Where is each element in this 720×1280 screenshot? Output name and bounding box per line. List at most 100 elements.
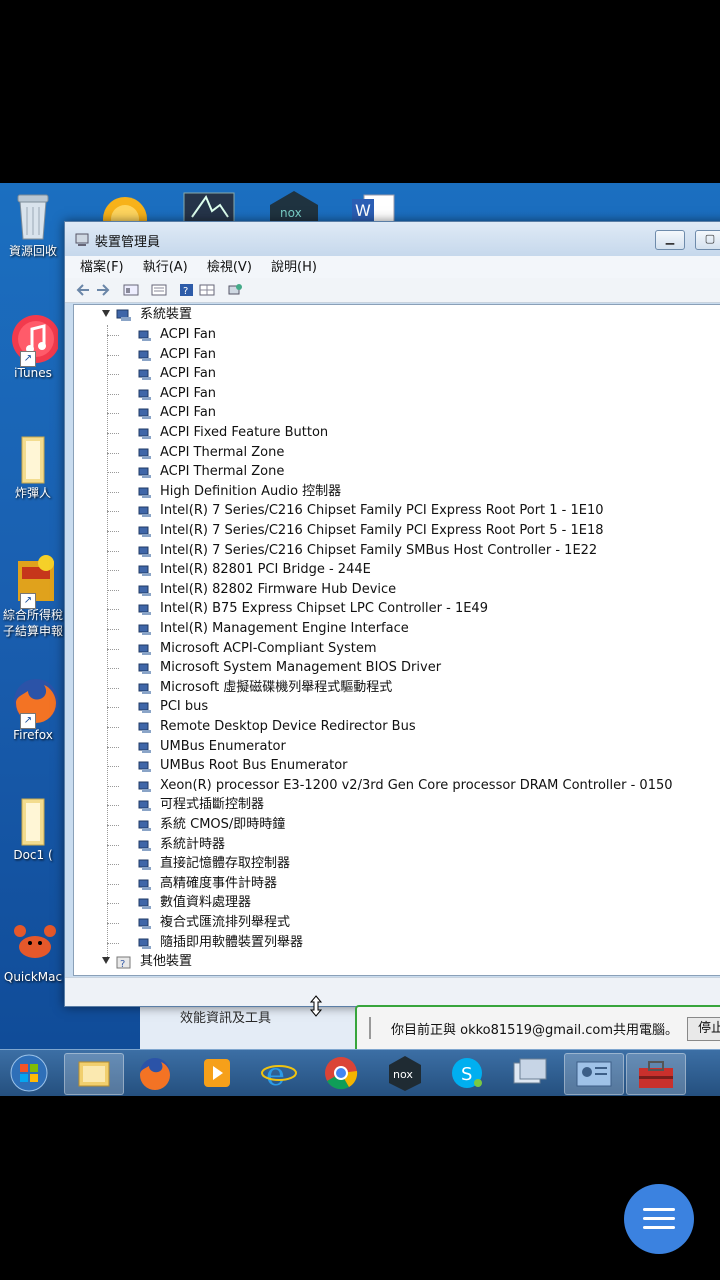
device-label: Remote Desktop Device Redirector Bus: [160, 719, 416, 734]
tree-connector: [107, 923, 119, 924]
device-icon: [138, 447, 152, 459]
scan-hardware-icon[interactable]: [227, 282, 243, 296]
desktop-icon-label: iTunes: [14, 366, 52, 380]
window-title: 裝置管理員: [95, 235, 161, 250]
stop-sharing-button[interactable]: 停止: [687, 1017, 720, 1041]
desktop-icon-tax-app[interactable]: ↗ 綜合所得稅 子結算申報: [0, 553, 66, 639]
tree-connector: [107, 452, 119, 454]
taskbar-skype[interactable]: S: [438, 1053, 496, 1093]
device-icon: [138, 917, 152, 929]
taskbar-toolbox[interactable]: [626, 1053, 686, 1095]
start-button[interactable]: [0, 1053, 58, 1093]
taskbar-nox[interactable]: nox: [376, 1053, 434, 1093]
tree-connector: [107, 413, 119, 415]
device-label: ACPI Fan: [160, 346, 217, 362]
taskbar-remote-desktop[interactable]: [500, 1053, 558, 1093]
menu-file[interactable]: 檔案(F): [73, 257, 131, 279]
weather-app-icon[interactable]: [96, 189, 154, 241]
desktop-icon-label: 子結算申報: [2, 624, 63, 638]
device-label: Intel(R) 7 Series/C216 Chipset Family PC…: [160, 503, 604, 519]
tree-connector: [107, 942, 119, 944]
title-bar[interactable]: 裝置管理員 ▁ ▢: [65, 222, 720, 256]
nox-app-icon[interactable]: nox: [266, 189, 322, 221]
menu-help[interactable]: 說明(H): [264, 257, 324, 279]
desktop-icon-itunes[interactable]: ↗ iTunes: [0, 311, 66, 381]
tree-connector: [107, 648, 119, 650]
device-icon: [138, 564, 152, 577]
device-label: ACPI Fan: [160, 366, 217, 382]
device-label: ACPI Thermal Zone: [160, 464, 285, 480]
properties-view-icon[interactable]: [123, 282, 139, 296]
desktop-icon-firefox[interactable]: ↗ Firefox: [0, 673, 66, 743]
device-label: UMBus Root Bus Enumerator: [160, 758, 348, 774]
menu-action[interactable]: 執行(A): [136, 257, 195, 279]
taskbar-control-panel[interactable]: [564, 1053, 624, 1095]
monitor-app-icon[interactable]: [182, 191, 236, 224]
status-bar: [65, 977, 720, 1006]
help-icon[interactable]: ?: [179, 282, 195, 297]
device-label: 數值資料處理器: [160, 895, 252, 911]
taskbar-explorer[interactable]: [64, 1053, 124, 1095]
desktop-icon-recycle-bin[interactable]: 資源回收: [0, 189, 66, 259]
word-doc-icon[interactable]: W: [350, 193, 402, 224]
device-label: 系統計時器: [160, 836, 226, 852]
tree-connector: [107, 629, 119, 630]
svg-text:S: S: [461, 1064, 472, 1085]
device-icon: [138, 466, 152, 479]
menu-fab-button[interactable]: [624, 1184, 694, 1254]
tree-connector: [107, 687, 119, 689]
collapse-arrow-icon[interactable]: [102, 957, 110, 965]
desktop-icon-label: Firefox: [13, 728, 53, 742]
tree-connector: [107, 491, 119, 493]
device-label: Intel(R) Management Engine Interface: [160, 621, 409, 636]
device-label: High Definition Audio 控制器: [160, 483, 342, 499]
system-devices-icon: [116, 308, 131, 321]
tree-connector: [107, 531, 119, 532]
device-label: Microsoft System Management BIOS Driver: [160, 660, 442, 676]
device-label: 複合式匯流排列舉程式: [160, 915, 291, 930]
device-icon: [138, 662, 152, 675]
device-manager-icon: [75, 232, 91, 251]
minimize-button[interactable]: ▁: [655, 230, 685, 250]
desktop-icon-quickmac[interactable]: QuickMac: [0, 915, 66, 985]
device-icon: [138, 603, 152, 616]
screen-sharing-notification: 你目前正與 okko81519@gmail.com共用電腦。 停止: [355, 1005, 720, 1053]
desktop-icon-label: 資源回收: [8, 244, 57, 258]
device-label: Intel(R) 82802 Firmware Hub Device: [160, 581, 397, 597]
device-label: ACPI Thermal Zone: [160, 444, 285, 460]
device-label: ACPI Fan: [160, 405, 217, 421]
collapse-arrow-icon[interactable]: [102, 310, 110, 317]
forward-arrow-icon[interactable]: [95, 282, 111, 296]
device-icon: [138, 427, 152, 439]
device-manager-window[interactable]: 裝置管理員 ▁ ▢ 檔案(F) 執行(A) 檢視(V) 說明(H) ? 系統裝置…: [64, 221, 720, 1007]
tree-connector: [107, 903, 119, 905]
firefox-icon: ↗: [8, 673, 58, 729]
unknown-device-icon: ?: [116, 955, 131, 970]
device-icon: [138, 878, 152, 890]
taskbar-chrome[interactable]: [312, 1053, 370, 1093]
device-icon: [138, 525, 152, 537]
taskbar-firefox[interactable]: [126, 1053, 184, 1093]
list-view-icon[interactable]: [151, 282, 167, 296]
desktop-icon-folder[interactable]: 炸彈人: [0, 431, 66, 501]
device-label: Intel(R) B75 Express Chipset LPC Control…: [160, 601, 488, 617]
taskbar-media-player[interactable]: [188, 1053, 246, 1093]
maximize-button[interactable]: ▢: [695, 230, 720, 250]
device-label: UMBus Enumerator: [160, 738, 286, 754]
back-arrow-icon[interactable]: [75, 282, 91, 296]
device-label: Intel(R) 7 Series/C216 Chipset Family SM…: [160, 542, 598, 558]
device-label: Microsoft 虛擬磁碟機列舉程式驅動程式: [160, 679, 393, 695]
desktop-icon-doc-folder[interactable]: Doc1 (: [0, 793, 66, 863]
svg-text:W: W: [355, 201, 371, 220]
svg-text:nox: nox: [280, 206, 302, 220]
menu-view[interactable]: 檢視(V): [200, 257, 259, 279]
device-label: 系統 CMOS/即時時鐘: [160, 817, 286, 832]
device-label: PCI bus: [160, 699, 209, 715]
performance-tools-window[interactable]: 效能資訊及工具: [140, 1005, 356, 1055]
grid-view-icon[interactable]: [199, 282, 215, 296]
tree-connector: [107, 570, 119, 572]
device-label: Microsoft ACPI-Compliant System: [160, 640, 377, 656]
taskbar-internet-explorer[interactable]: e: [250, 1053, 308, 1093]
tree-connector: [107, 393, 119, 395]
device-label: Xeon(R) processor E3-1200 v2/3rd Gen Cor…: [160, 777, 673, 793]
